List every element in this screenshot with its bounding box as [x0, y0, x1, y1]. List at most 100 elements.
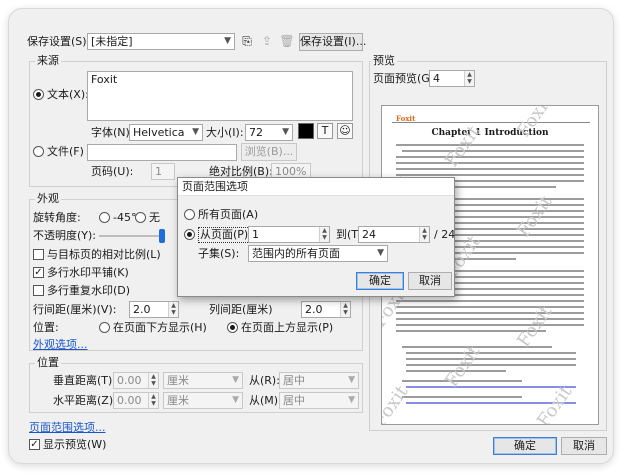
col-spacing-label: 列间距(厘米) — [209, 303, 273, 316]
file-radio-label: 文件(F) — [47, 145, 84, 158]
appearance-options-link[interactable]: 外观选项... — [33, 338, 88, 352]
multi-repeat-label: 多行重复水印(D) — [47, 284, 131, 297]
font-label: 字体(N): — [91, 126, 134, 139]
watermark-dialog: 保存设置(S): [未指定] ▼ ⎘ ⇪ 🗑 保存设置(I)... 来源 文本(X… — [8, 8, 614, 464]
from-page-input[interactable]: 1 ▲ ▼ — [248, 226, 330, 243]
all-pages-radio[interactable] — [184, 209, 195, 220]
font-combo[interactable]: Helvetica ▼ — [129, 124, 203, 141]
above-page-radio[interactable] — [227, 322, 238, 333]
vertical-from-combo[interactable]: 居中 ▼ — [279, 372, 359, 389]
appearance-group-title: 外观 — [35, 192, 61, 205]
position-group-title: 位置 — [35, 356, 61, 369]
spinner-icon[interactable]: ▲ ▼ — [419, 227, 429, 242]
horizontal-distance-input[interactable]: 0.00 ▲ ▼ — [113, 392, 159, 409]
show-preview-label: 显示预览(W) — [43, 438, 107, 451]
chevron-down-icon: ▼ — [232, 395, 239, 405]
save-preset-button[interactable]: 保存设置(I)... — [299, 33, 366, 51]
preview-page-input[interactable]: 4 ▲ ▼ — [429, 70, 475, 87]
browse-button[interactable]: 浏览(B)... — [241, 143, 297, 161]
row-spacing-label: 行间距(厘米)(V): — [33, 303, 117, 316]
cancel-button[interactable]: 取消 — [561, 437, 607, 455]
vertical-distance-value: 0.00 — [117, 374, 142, 387]
text-line — [406, 358, 576, 360]
subset-value: 范围内的所有页面 — [252, 247, 340, 260]
total-pages-label: / 24 — [434, 228, 456, 241]
font-value: Helvetica — [133, 126, 185, 139]
spinner-icon[interactable]: ▲ ▼ — [148, 373, 158, 388]
size-combo[interactable]: 72 ▼ — [245, 124, 293, 141]
chevron-down-icon: ▼ — [348, 375, 355, 385]
vertical-unit-combo[interactable]: 厘米 ▼ — [163, 372, 243, 389]
subset-combo[interactable]: 范围内的所有页面 ▼ — [248, 245, 388, 262]
chevron-down-icon: ▼ — [224, 36, 231, 46]
text-color-swatch[interactable] — [298, 123, 314, 139]
text-format-icon[interactable]: T — [317, 123, 333, 139]
subset-label: 子集(S): — [198, 247, 240, 260]
page-number-value: 1 — [155, 165, 162, 178]
spinner-icon[interactable]: ▲ ▼ — [148, 393, 158, 408]
relative-scale-checkbox[interactable] — [33, 249, 44, 260]
horizontal-from-combo[interactable]: 居中 ▼ — [279, 392, 359, 409]
spinner-icon[interactable]: ▲ ▼ — [340, 302, 350, 317]
page-range-dialog-title: 页面范围选项 — [178, 178, 454, 196]
horizontal-distance-label: 水平距离(Z): — [53, 394, 117, 407]
preset-label: 保存设置(S): — [27, 35, 91, 48]
opacity-label: 不透明度(Y): — [33, 229, 97, 242]
chevron-down-icon: ▼ — [232, 375, 239, 385]
file-path-input[interactable] — [87, 144, 237, 161]
size-label: 大小(I): — [206, 126, 244, 139]
page-number-input[interactable]: 1 — [151, 163, 175, 180]
horizontal-unit-combo[interactable]: 厘米 ▼ — [163, 392, 243, 409]
row-spacing-input[interactable]: 2.0 ▲ ▼ — [129, 301, 179, 318]
vertical-distance-label: 垂直距离(T): — [53, 374, 117, 387]
vertical-unit-value: 厘米 — [167, 374, 189, 387]
watermark-preview: Foxit — [441, 341, 485, 392]
spinner-icon[interactable]: ▲ ▼ — [319, 227, 329, 242]
page-range-options-link[interactable]: 页面范围选项... — [29, 421, 106, 435]
spinner-icon[interactable]: ▲ ▼ — [168, 302, 178, 317]
text-radio[interactable] — [33, 89, 44, 100]
user-icon[interactable]: ☺ — [337, 123, 353, 139]
text-line — [396, 306, 584, 308]
dialog-cancel-button[interactable]: 取消 — [408, 272, 452, 290]
rotation-minus45-label: -45° — [113, 211, 137, 224]
chevron-down-icon: ▼ — [192, 127, 199, 137]
vertical-from-value: 居中 — [283, 374, 305, 387]
preview-page-value: 4 — [433, 72, 440, 85]
text-line — [396, 156, 584, 158]
multi-tile-checkbox[interactable]: ✓ — [33, 267, 44, 278]
from-page-radio[interactable] — [184, 229, 195, 240]
all-pages-label: 所有页面(A) — [198, 208, 259, 221]
to-page-input[interactable]: 24 ▲ ▼ — [358, 226, 430, 243]
text-radio-label: 文本(X): — [47, 88, 89, 101]
foxit-logo: Foxit — [396, 114, 416, 123]
text-line — [402, 396, 522, 398]
vertical-from-label: 从(R): — [249, 374, 280, 387]
show-preview-checkbox[interactable]: ✓ — [29, 439, 40, 450]
preset-combo[interactable]: [未指定] ▼ — [87, 33, 235, 50]
rotation-minus45-radio[interactable] — [99, 212, 110, 223]
spinner-icon[interactable]: ▲ ▼ — [464, 71, 474, 86]
below-page-radio[interactable] — [99, 322, 110, 333]
col-spacing-value: 2.0 — [305, 303, 323, 316]
opacity-slider-thumb[interactable] — [159, 229, 165, 243]
dialog-ok-button[interactable]: 确定 — [356, 272, 404, 290]
above-page-label: 在页面上方显示(P) — [241, 321, 334, 334]
rotation-none-radio[interactable] — [135, 212, 146, 223]
import-icon[interactable]: ⎘ — [239, 33, 255, 49]
below-page-label: 在页面下方显示(H) — [113, 321, 207, 334]
preview-group-title: 预览 — [371, 54, 397, 67]
text-line — [402, 150, 584, 152]
vertical-distance-input[interactable]: 0.00 ▲ ▼ — [113, 372, 159, 389]
delete-icon[interactable]: 🗑 — [279, 33, 295, 49]
watermark-text-input[interactable]: Foxit — [87, 71, 353, 121]
ok-button[interactable]: 确定 — [493, 437, 557, 455]
text-line — [396, 300, 584, 302]
file-radio[interactable] — [33, 146, 44, 157]
opacity-slider[interactable] — [99, 235, 165, 237]
col-spacing-input[interactable]: 2.0 ▲ ▼ — [301, 301, 351, 318]
export-icon[interactable]: ⇪ — [259, 33, 275, 49]
chevron-down-icon: ▼ — [348, 395, 355, 405]
multi-repeat-checkbox[interactable] — [33, 285, 44, 296]
rotation-label: 旋转角度: — [33, 211, 81, 224]
